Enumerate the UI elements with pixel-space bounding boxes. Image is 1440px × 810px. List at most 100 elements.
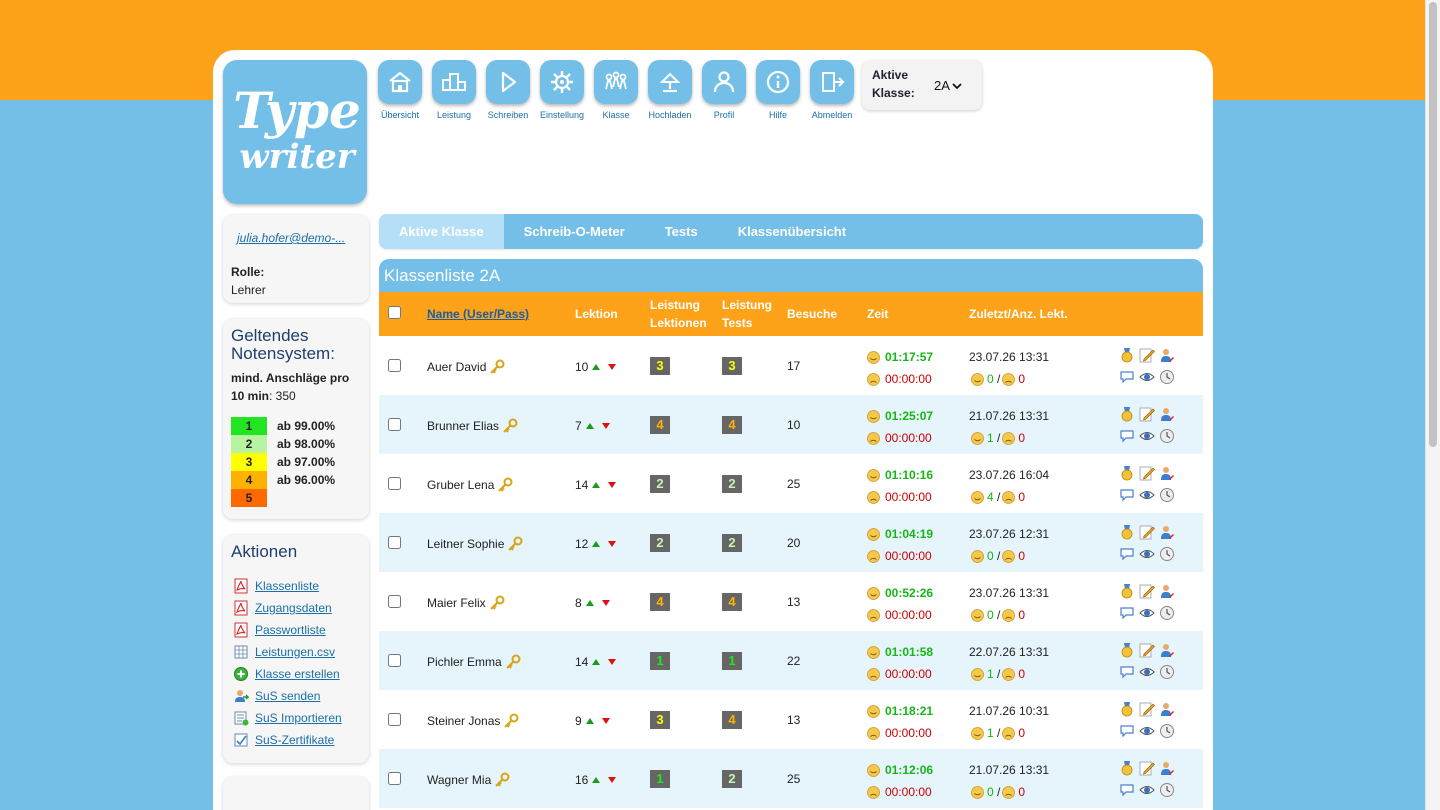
arrow-up-icon[interactable]: [592, 659, 601, 665]
arrow-up-icon[interactable]: [592, 541, 601, 547]
medal-icon[interactable]: [1119, 347, 1135, 363]
tab-tests[interactable]: Tests: [645, 214, 718, 249]
nav-klasse[interactable]: Klasse: [589, 60, 643, 120]
nav-hilfe[interactable]: Hilfe: [751, 60, 805, 120]
key-icon[interactable]: [496, 477, 514, 493]
action-sus-importieren[interactable]: SuS Importieren: [231, 707, 361, 729]
page-scrollbar[interactable]: [1425, 0, 1440, 810]
view-eye-icon[interactable]: [1139, 605, 1155, 621]
row-checkbox[interactable]: [388, 536, 401, 549]
clock-icon[interactable]: [1159, 723, 1175, 739]
action-passwortliste[interactable]: Passwortliste: [231, 619, 361, 641]
tab-klassenuebersicht[interactable]: Klassenübersicht: [718, 214, 866, 249]
medal-icon[interactable]: [1119, 642, 1135, 658]
clock-icon[interactable]: [1159, 369, 1175, 385]
row-checkbox[interactable]: [388, 654, 401, 667]
comment-icon[interactable]: [1119, 782, 1135, 798]
key-icon[interactable]: [493, 772, 511, 788]
key-icon[interactable]: [488, 595, 506, 611]
arrow-down-icon[interactable]: [601, 423, 610, 429]
clock-icon[interactable]: [1159, 605, 1175, 621]
user-edit-icon[interactable]: [1159, 760, 1175, 776]
arrow-up-icon[interactable]: [592, 364, 601, 370]
row-checkbox[interactable]: [388, 595, 401, 608]
clock-icon[interactable]: [1159, 428, 1175, 444]
user-edit-icon[interactable]: [1159, 524, 1175, 540]
key-icon[interactable]: [502, 713, 520, 729]
typewriter-logo[interactable]: Type writer: [223, 60, 367, 204]
comment-icon[interactable]: [1119, 664, 1135, 680]
arrow-down-icon[interactable]: [608, 364, 617, 370]
edit-icon[interactable]: [1139, 524, 1155, 540]
view-eye-icon[interactable]: [1139, 546, 1155, 562]
row-checkbox[interactable]: [388, 359, 401, 372]
edit-icon[interactable]: [1139, 465, 1155, 481]
edit-icon[interactable]: [1139, 642, 1155, 658]
view-eye-icon[interactable]: [1139, 428, 1155, 444]
action-sus-zertifikate[interactable]: SuS-Zertifikate: [231, 729, 361, 751]
nav-schreiben[interactable]: Schreiben: [481, 60, 535, 120]
medal-icon[interactable]: [1119, 701, 1135, 717]
edit-icon[interactable]: [1139, 406, 1155, 422]
edit-icon[interactable]: [1139, 760, 1155, 776]
action-zugangsdaten[interactable]: Zugangsdaten: [231, 597, 361, 619]
nav-uebersicht[interactable]: Übersicht: [373, 60, 427, 120]
user-edit-icon[interactable]: [1159, 642, 1175, 658]
nav-abmelden[interactable]: Abmelden: [805, 60, 859, 120]
row-checkbox[interactable]: [388, 772, 401, 785]
row-checkbox[interactable]: [388, 713, 401, 726]
row-checkbox[interactable]: [388, 418, 401, 431]
active-class-select[interactable]: 2A: [932, 77, 964, 94]
clock-icon[interactable]: [1159, 782, 1175, 798]
tab-schreib-o-meter[interactable]: Schreib-O-Meter: [504, 214, 645, 249]
user-edit-icon[interactable]: [1159, 583, 1175, 599]
nav-leistung[interactable]: Leistung: [427, 60, 481, 120]
view-eye-icon[interactable]: [1139, 723, 1155, 739]
user-edit-icon[interactable]: [1159, 701, 1175, 717]
tab-aktive-klasse[interactable]: Aktive Klasse: [379, 214, 504, 249]
user-edit-icon[interactable]: [1159, 347, 1175, 363]
arrow-down-icon[interactable]: [608, 659, 617, 665]
key-icon[interactable]: [504, 654, 522, 670]
view-eye-icon[interactable]: [1139, 487, 1155, 503]
medal-icon[interactable]: [1119, 583, 1135, 599]
user-edit-icon[interactable]: [1159, 465, 1175, 481]
arrow-up-icon[interactable]: [592, 777, 601, 783]
nav-hochladen[interactable]: Hochladen: [643, 60, 697, 120]
comment-icon[interactable]: [1119, 546, 1135, 562]
key-icon[interactable]: [506, 536, 524, 552]
clock-icon[interactable]: [1159, 546, 1175, 562]
arrow-down-icon[interactable]: [601, 718, 610, 724]
arrow-up-icon[interactable]: [585, 600, 594, 606]
arrow-down-icon[interactable]: [608, 541, 617, 547]
action-sus-senden[interactable]: SuS senden: [231, 685, 361, 707]
arrow-down-icon[interactable]: [608, 482, 617, 488]
comment-icon[interactable]: [1119, 428, 1135, 444]
edit-icon[interactable]: [1139, 701, 1155, 717]
user-edit-icon[interactable]: [1159, 406, 1175, 422]
medal-icon[interactable]: [1119, 524, 1135, 540]
user-email-link[interactable]: julia.hofer@demo-...: [231, 231, 361, 245]
scrollbar-thumb[interactable]: [1429, 2, 1437, 447]
nav-einstellung[interactable]: Einstellung: [535, 60, 589, 120]
header-name[interactable]: Name (User/Pass): [427, 305, 529, 323]
arrow-up-icon[interactable]: [592, 482, 601, 488]
key-icon[interactable]: [488, 359, 506, 375]
edit-icon[interactable]: [1139, 583, 1155, 599]
clock-icon[interactable]: [1159, 487, 1175, 503]
select-all-checkbox[interactable]: [388, 306, 401, 319]
nav-profil[interactable]: Profil: [697, 60, 751, 120]
view-eye-icon[interactable]: [1139, 664, 1155, 680]
view-eye-icon[interactable]: [1139, 369, 1155, 385]
clock-icon[interactable]: [1159, 664, 1175, 680]
medal-icon[interactable]: [1119, 760, 1135, 776]
comment-icon[interactable]: [1119, 605, 1135, 621]
comment-icon[interactable]: [1119, 487, 1135, 503]
arrow-up-icon[interactable]: [585, 718, 594, 724]
medal-icon[interactable]: [1119, 406, 1135, 422]
action-leistungen-csv[interactable]: Leistungen.csv: [231, 641, 361, 663]
action-klassenliste[interactable]: Klassenliste: [231, 575, 361, 597]
edit-icon[interactable]: [1139, 347, 1155, 363]
view-eye-icon[interactable]: [1139, 782, 1155, 798]
arrow-down-icon[interactable]: [601, 600, 610, 606]
